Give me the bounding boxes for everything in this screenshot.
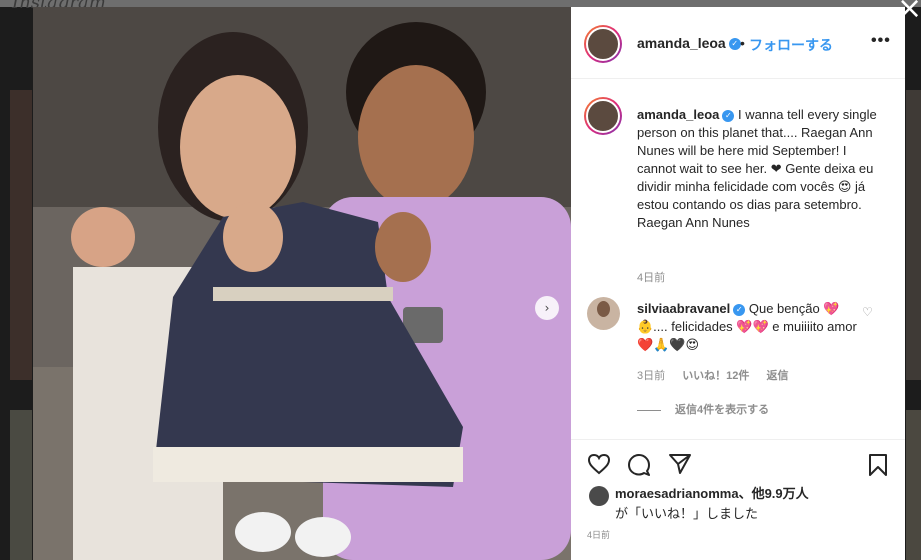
share-icon[interactable] [668,453,692,475]
comment-likes[interactable]: いいね！12件 [682,370,749,382]
author-username[interactable]: amanda_leoa ✓ [637,35,741,51]
caption-text: I wanna tell every single person on this… [637,107,877,230]
background-tile-right-2 [906,410,921,560]
post-photo [33,7,571,560]
post-photo-illustration [33,7,571,560]
author-avatar[interactable] [584,25,622,63]
bookmark-icon[interactable] [868,453,888,477]
commenter-username[interactable]: silviaabravanel [637,301,730,316]
liker-avatar[interactable] [589,486,609,506]
comment-timestamp[interactable]: 3日前 [637,370,665,382]
more-options-icon[interactable]: ••• [871,32,891,50]
post-timestamp[interactable]: 4日前 [587,528,610,541]
post-actions-bar [571,439,905,485]
background-tile-left-2 [10,410,32,560]
verified-icon: ✓ [733,303,746,316]
background-tile-right [906,90,921,380]
comment-icon[interactable] [627,453,651,477]
follow-button[interactable]: フォローする [749,35,833,55]
caption-timestamp[interactable]: 4日前 [637,269,665,285]
liker-username[interactable]: moraesadrianomma [615,486,739,501]
next-photo-button[interactable]: › [535,296,559,320]
verified-icon: ✓ [722,109,735,122]
post-caption: amanda_leoa ✓ I wanna tell every single p… [637,106,885,232]
replies-divider [637,409,661,411]
liked-by: moraesadrianomma、他9.9万人 [615,485,885,502]
comment-like-heart-icon[interactable]: ♡ [862,305,873,319]
commenter-avatar[interactable] [587,297,620,330]
background-header [0,0,921,7]
post-side-panel: amanda_leoa ✓ • フォローする ••• amanda_leoa ✓ I… [571,7,905,560]
comment-meta: 3日前 いいね！12件 返信 [637,367,803,383]
verified-icon: ✓ [728,38,741,51]
reply-button[interactable]: 返信 [767,370,789,382]
view-replies-button[interactable]: 返信4件を表示する [637,401,769,417]
comment: silviaabravanel ✓ Que benção 💖 👶.... feli… [637,300,862,354]
background-tile-left [10,90,32,380]
liked-by-suffix: が「いいね！」しました [615,506,759,521]
caption-author-avatar[interactable] [584,97,622,135]
separator-dot: • [740,35,745,51]
caption-username[interactable]: amanda_leoa [637,107,719,122]
post-header: amanda_leoa ✓ • フォローする ••• [571,7,905,79]
likes-count[interactable]: 、他9.9万人 [739,486,809,501]
heart-icon[interactable] [587,453,611,475]
